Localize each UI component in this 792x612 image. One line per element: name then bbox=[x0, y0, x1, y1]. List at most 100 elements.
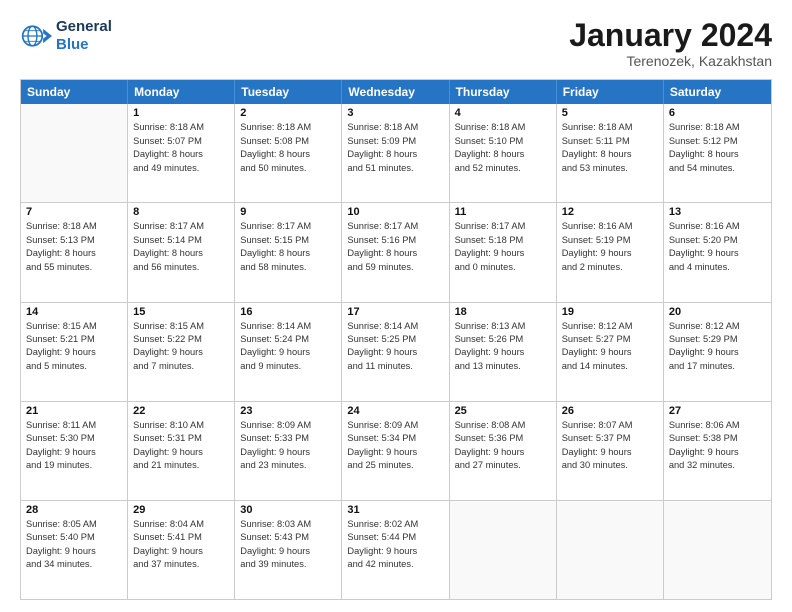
day-number: 3 bbox=[347, 107, 443, 119]
daylight-minutes-text: and 2 minutes. bbox=[562, 261, 658, 274]
day-number: 24 bbox=[347, 405, 443, 417]
daylight-text: Daylight: 9 hours bbox=[26, 346, 122, 359]
daylight-minutes-text: and 27 minutes. bbox=[455, 459, 551, 472]
daylight-minutes-text: and 54 minutes. bbox=[669, 162, 766, 175]
sunset-text: Sunset: 5:12 PM bbox=[669, 135, 766, 148]
sunrise-text: Sunrise: 8:18 AM bbox=[133, 121, 229, 134]
day-number: 14 bbox=[26, 306, 122, 318]
day-number: 22 bbox=[133, 405, 229, 417]
daylight-minutes-text: and 34 minutes. bbox=[26, 558, 122, 571]
daylight-minutes-text: and 14 minutes. bbox=[562, 360, 658, 373]
calendar-cell: 17 Sunrise: 8:14 AM Sunset: 5:25 PM Dayl… bbox=[342, 303, 449, 401]
header-day-tuesday: Tuesday bbox=[235, 80, 342, 104]
sunset-text: Sunset: 5:15 PM bbox=[240, 234, 336, 247]
day-number: 12 bbox=[562, 206, 658, 218]
calendar-cell: 13 Sunrise: 8:16 AM Sunset: 5:20 PM Dayl… bbox=[664, 203, 771, 301]
daylight-minutes-text: and 9 minutes. bbox=[240, 360, 336, 373]
day-number: 9 bbox=[240, 206, 336, 218]
daylight-text: Daylight: 9 hours bbox=[562, 247, 658, 260]
daylight-text: Daylight: 9 hours bbox=[562, 346, 658, 359]
day-number: 17 bbox=[347, 306, 443, 318]
calendar-cell: 11 Sunrise: 8:17 AM Sunset: 5:18 PM Dayl… bbox=[450, 203, 557, 301]
calendar-week-5: 28 Sunrise: 8:05 AM Sunset: 5:40 PM Dayl… bbox=[21, 500, 771, 599]
sunset-text: Sunset: 5:14 PM bbox=[133, 234, 229, 247]
header-day-wednesday: Wednesday bbox=[342, 80, 449, 104]
calendar-cell bbox=[557, 501, 664, 599]
day-number: 30 bbox=[240, 504, 336, 516]
daylight-minutes-text: and 13 minutes. bbox=[455, 360, 551, 373]
calendar-cell bbox=[664, 501, 771, 599]
calendar-cell: 25 Sunrise: 8:08 AM Sunset: 5:36 PM Dayl… bbox=[450, 402, 557, 500]
daylight-minutes-text: and 5 minutes. bbox=[26, 360, 122, 373]
logo-icon bbox=[20, 20, 52, 52]
sunrise-text: Sunrise: 8:17 AM bbox=[240, 220, 336, 233]
day-number: 23 bbox=[240, 405, 336, 417]
sunrise-text: Sunrise: 8:05 AM bbox=[26, 518, 122, 531]
day-number: 7 bbox=[26, 206, 122, 218]
sunrise-text: Sunrise: 8:17 AM bbox=[455, 220, 551, 233]
calendar-cell: 1 Sunrise: 8:18 AM Sunset: 5:07 PM Dayli… bbox=[128, 104, 235, 202]
calendar-cell: 3 Sunrise: 8:18 AM Sunset: 5:09 PM Dayli… bbox=[342, 104, 449, 202]
daylight-minutes-text: and 4 minutes. bbox=[669, 261, 766, 274]
daylight-minutes-text: and 55 minutes. bbox=[26, 261, 122, 274]
logo-text: General Blue bbox=[56, 18, 112, 54]
sunset-text: Sunset: 5:38 PM bbox=[669, 432, 766, 445]
daylight-minutes-text: and 19 minutes. bbox=[26, 459, 122, 472]
daylight-text: Daylight: 9 hours bbox=[455, 346, 551, 359]
daylight-text: Daylight: 9 hours bbox=[669, 247, 766, 260]
daylight-minutes-text: and 25 minutes. bbox=[347, 459, 443, 472]
calendar-cell: 27 Sunrise: 8:06 AM Sunset: 5:38 PM Dayl… bbox=[664, 402, 771, 500]
daylight-minutes-text: and 17 minutes. bbox=[669, 360, 766, 373]
sunrise-text: Sunrise: 8:18 AM bbox=[240, 121, 336, 134]
sunrise-text: Sunrise: 8:08 AM bbox=[455, 419, 551, 432]
sunrise-text: Sunrise: 8:16 AM bbox=[669, 220, 766, 233]
calendar-cell: 6 Sunrise: 8:18 AM Sunset: 5:12 PM Dayli… bbox=[664, 104, 771, 202]
day-number: 8 bbox=[133, 206, 229, 218]
calendar-cell: 14 Sunrise: 8:15 AM Sunset: 5:21 PM Dayl… bbox=[21, 303, 128, 401]
daylight-text: Daylight: 9 hours bbox=[669, 346, 766, 359]
day-number: 26 bbox=[562, 405, 658, 417]
header-day-thursday: Thursday bbox=[450, 80, 557, 104]
calendar-body: 1 Sunrise: 8:18 AM Sunset: 5:07 PM Dayli… bbox=[21, 104, 771, 599]
day-number: 1 bbox=[133, 107, 229, 119]
sunset-text: Sunset: 5:22 PM bbox=[133, 333, 229, 346]
day-number: 20 bbox=[669, 306, 766, 318]
daylight-minutes-text: and 50 minutes. bbox=[240, 162, 336, 175]
daylight-text: Daylight: 8 hours bbox=[455, 148, 551, 161]
daylight-minutes-text: and 51 minutes. bbox=[347, 162, 443, 175]
daylight-minutes-text: and 58 minutes. bbox=[240, 261, 336, 274]
sunrise-text: Sunrise: 8:02 AM bbox=[347, 518, 443, 531]
daylight-text: Daylight: 8 hours bbox=[347, 148, 443, 161]
daylight-text: Daylight: 9 hours bbox=[455, 446, 551, 459]
calendar-cell: 20 Sunrise: 8:12 AM Sunset: 5:29 PM Dayl… bbox=[664, 303, 771, 401]
day-number: 4 bbox=[455, 107, 551, 119]
day-number: 16 bbox=[240, 306, 336, 318]
calendar-cell: 2 Sunrise: 8:18 AM Sunset: 5:08 PM Dayli… bbox=[235, 104, 342, 202]
day-number: 19 bbox=[562, 306, 658, 318]
daylight-text: Daylight: 9 hours bbox=[133, 446, 229, 459]
sunrise-text: Sunrise: 8:15 AM bbox=[26, 320, 122, 333]
daylight-text: Daylight: 9 hours bbox=[133, 545, 229, 558]
calendar-cell: 9 Sunrise: 8:17 AM Sunset: 5:15 PM Dayli… bbox=[235, 203, 342, 301]
sunset-text: Sunset: 5:40 PM bbox=[26, 531, 122, 544]
page: General Blue January 2024 Terenozek, Kaz… bbox=[0, 0, 792, 612]
header-day-monday: Monday bbox=[128, 80, 235, 104]
sunrise-text: Sunrise: 8:09 AM bbox=[240, 419, 336, 432]
sunset-text: Sunset: 5:37 PM bbox=[562, 432, 658, 445]
calendar-cell: 28 Sunrise: 8:05 AM Sunset: 5:40 PM Dayl… bbox=[21, 501, 128, 599]
sunset-text: Sunset: 5:16 PM bbox=[347, 234, 443, 247]
sunrise-text: Sunrise: 8:09 AM bbox=[347, 419, 443, 432]
sunset-text: Sunset: 5:21 PM bbox=[26, 333, 122, 346]
header-day-friday: Friday bbox=[557, 80, 664, 104]
daylight-text: Daylight: 8 hours bbox=[347, 247, 443, 260]
day-number: 18 bbox=[455, 306, 551, 318]
sunset-text: Sunset: 5:08 PM bbox=[240, 135, 336, 148]
sunrise-text: Sunrise: 8:03 AM bbox=[240, 518, 336, 531]
calendar-cell: 16 Sunrise: 8:14 AM Sunset: 5:24 PM Dayl… bbox=[235, 303, 342, 401]
daylight-text: Daylight: 9 hours bbox=[240, 545, 336, 558]
calendar-header: SundayMondayTuesdayWednesdayThursdayFrid… bbox=[21, 80, 771, 104]
sunset-text: Sunset: 5:36 PM bbox=[455, 432, 551, 445]
calendar-cell: 19 Sunrise: 8:12 AM Sunset: 5:27 PM Dayl… bbox=[557, 303, 664, 401]
day-number: 31 bbox=[347, 504, 443, 516]
daylight-text: Daylight: 9 hours bbox=[240, 346, 336, 359]
